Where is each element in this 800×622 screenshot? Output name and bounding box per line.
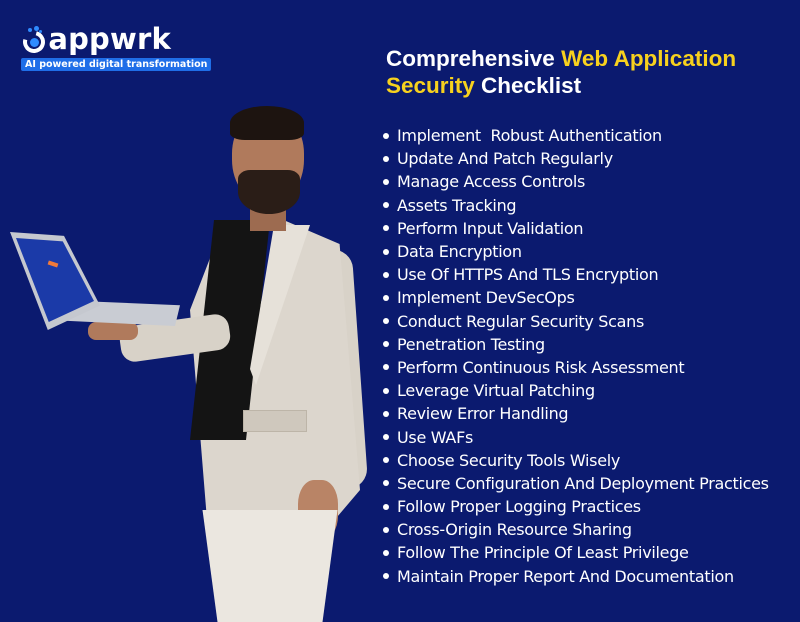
checklist-item-text: Assets Tracking — [397, 195, 517, 215]
infographic-canvas: appwrk AI powered digital transformation… — [0, 0, 800, 622]
checklist-item: Perform Input Validation — [383, 217, 769, 240]
checklist-item: Perform Continuous Risk Assessment — [383, 356, 769, 379]
checklist-item-text: Penetration Testing — [397, 334, 545, 354]
bullet-icon — [383, 271, 389, 278]
presenter-pocket — [243, 410, 307, 432]
title-highlight-web-application: Web Application — [561, 46, 737, 71]
bullet-icon — [383, 248, 389, 255]
bullet-icon — [383, 178, 389, 185]
checklist-item-text: Perform Input Validation — [397, 218, 584, 238]
checklist-item: Penetration Testing — [383, 333, 769, 356]
checklist-item: Leverage Virtual Patching — [383, 379, 769, 402]
bullet-icon — [383, 480, 389, 487]
bullet-icon — [383, 294, 389, 301]
checklist-item: Manage Access Controls — [383, 170, 769, 193]
checklist-item-text: Cross-Origin Resource Sharing — [397, 520, 632, 540]
bullet-icon — [383, 410, 389, 417]
presenter-photo — [0, 0, 380, 622]
checklist-item-text: Data Encryption — [397, 242, 522, 262]
checklist-item: Assets Tracking — [383, 194, 769, 217]
title-highlight-security: Security — [386, 73, 475, 98]
checklist-item-text: Use Of HTTPS And TLS Encryption — [397, 265, 659, 285]
checklist-item: Implement DevSecOps — [383, 286, 769, 309]
checklist-item-text: Choose Security Tools Wisely — [397, 450, 621, 470]
bullet-icon — [383, 503, 389, 510]
checklist-item: Conduct Regular Security Scans — [383, 310, 769, 333]
presenter-beard — [238, 170, 300, 214]
checklist-item-text: Review Error Handling — [397, 404, 569, 424]
checklist-item: Implement Robust Authentication — [383, 124, 769, 147]
bullet-icon — [383, 387, 389, 394]
checklist-item-text: Use WAFs — [397, 427, 474, 447]
checklist-item-text: Manage Access Controls — [397, 172, 586, 192]
checklist-item: Use WAFs — [383, 425, 769, 448]
bullet-icon — [383, 202, 389, 209]
checklist-item: Follow Proper Logging Practices — [383, 495, 769, 518]
checklist-item: Update And Patch Regularly — [383, 147, 769, 170]
checklist-item-text: Follow Proper Logging Practices — [397, 497, 641, 517]
checklist-item-text: Update And Patch Regularly — [397, 149, 613, 169]
checklist-item: Use Of HTTPS And TLS Encryption — [383, 263, 769, 286]
checklist-item-text: Secure Configuration And Deployment Prac… — [397, 473, 769, 493]
page-title: Comprehensive Web Application Security Ch… — [386, 45, 786, 99]
bullet-icon — [383, 549, 389, 556]
checklist-item: Maintain Proper Report And Documentation — [383, 565, 769, 588]
bullet-icon — [383, 155, 389, 162]
title-part-1: Comprehensive — [386, 46, 562, 71]
checklist-item-text: Leverage Virtual Patching — [397, 381, 595, 401]
title-part-4: Checklist — [474, 73, 582, 98]
checklist-item-text: Maintain Proper Report And Documentation — [397, 566, 734, 586]
bullet-icon — [383, 434, 389, 441]
checklist-item-text: Implement DevSecOps — [397, 288, 575, 308]
checklist-item-text: Implement Robust Authentication — [397, 126, 662, 146]
checklist-item-text: Conduct Regular Security Scans — [397, 311, 645, 331]
checklist-item: Choose Security Tools Wisely — [383, 449, 769, 472]
bullet-icon — [383, 225, 389, 232]
checklist-item-text: Follow The Principle Of Least Privilege — [397, 543, 689, 563]
bullet-icon — [383, 364, 389, 371]
bullet-icon — [383, 341, 389, 348]
bullet-icon — [383, 318, 389, 325]
presenter-hair — [230, 106, 304, 140]
checklist-item: Secure Configuration And Deployment Prac… — [383, 472, 769, 495]
bullet-icon — [383, 526, 389, 533]
checklist-item: Follow The Principle Of Least Privilege — [383, 541, 769, 564]
checklist-item-text: Perform Continuous Risk Assessment — [397, 357, 685, 377]
presenter-left-hand — [88, 322, 138, 340]
bullet-icon — [383, 132, 389, 139]
checklist-item: Data Encryption — [383, 240, 769, 263]
bullet-icon — [383, 457, 389, 464]
presenter-trousers — [202, 510, 338, 622]
bullet-icon — [383, 573, 389, 580]
checklist-item: Cross-Origin Resource Sharing — [383, 518, 769, 541]
checklist-item: Review Error Handling — [383, 402, 769, 425]
security-checklist: Implement Robust Authentication Update A… — [383, 124, 769, 588]
